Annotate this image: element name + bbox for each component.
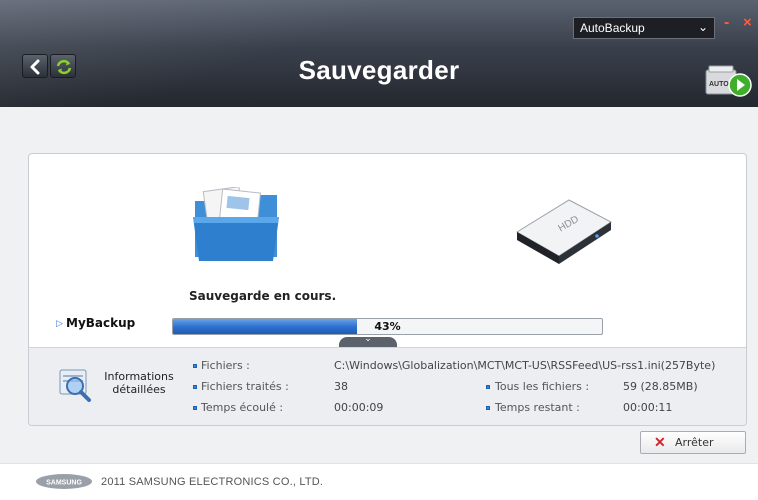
stop-button[interactable]: ✕ Arrêter	[640, 431, 746, 454]
elapsed-time-value: 00:00:09	[334, 401, 384, 414]
all-files-label: Tous les fichiers :	[495, 380, 590, 393]
all-files-value: 59 (28.85MB)	[623, 380, 698, 393]
details-label: Informations détaillées	[104, 370, 174, 396]
files-value: C:\Windows\Globalization\MCT\MCT-US\RSSF…	[334, 359, 716, 372]
elapsed-time-label: Temps écoulé :	[201, 401, 284, 414]
backup-progress-bar: 43%	[172, 318, 603, 335]
backup-panel: HDD Sauvegarde en cours. ▷ MyBackup 43% …	[28, 153, 747, 426]
mode-select[interactable]: AutoBackup ⌄	[573, 17, 715, 39]
header-bar: Sauvegarder AutoBackup ⌄ - × AUTO	[0, 0, 758, 107]
files-label: Fichiers :	[201, 359, 250, 372]
bullet-icon	[486, 406, 490, 410]
hdd-icon: HDD	[516, 199, 612, 264]
copyright-text: 2011 SAMSUNG ELECTRONICS CO., LTD.	[101, 476, 324, 488]
samsung-logo-text: SAMSUNG	[46, 480, 82, 487]
remaining-time-label: Temps restant :	[495, 401, 580, 414]
bullet-icon	[193, 364, 197, 368]
magnifier-icon	[59, 369, 91, 402]
bullet-icon	[193, 385, 197, 389]
minimize-button[interactable]: -	[724, 14, 729, 32]
job-name: MyBackup	[66, 316, 136, 330]
remaining-time-value: 00:00:11	[623, 401, 673, 414]
backup-status: Sauvegarde en cours.	[189, 289, 337, 303]
progress-text: 43%	[374, 320, 401, 333]
processed-files-value: 38	[334, 380, 348, 393]
bullet-icon	[193, 406, 197, 410]
auto-backup-icon: AUTO	[705, 65, 752, 97]
processed-files-label: Fichiers traités :	[201, 380, 289, 393]
footer: SAMSUNG 2011 SAMSUNG ELECTRONICS CO., LT…	[0, 463, 758, 500]
bullet-icon	[486, 385, 490, 389]
auto-icon-text: AUTO	[709, 81, 729, 88]
details-section: Informations détaillées Fichiers : C:\Wi…	[29, 347, 746, 425]
stop-label: Arrêter	[675, 436, 714, 449]
page-title: Sauvegarder	[298, 55, 460, 85]
samsung-logo: SAMSUNG	[36, 474, 92, 489]
stop-icon: ✕	[654, 434, 666, 450]
close-button[interactable]: ×	[743, 14, 752, 31]
mode-select-value: AutoBackup	[580, 21, 645, 35]
auto-backup-button[interactable]: AUTO	[703, 60, 753, 100]
chevron-down-icon: ⌄	[697, 20, 708, 34]
chevron-down-icon: ⌄	[364, 334, 372, 344]
expand-job-icon[interactable]: ▷	[56, 319, 63, 329]
folder-icon	[193, 187, 279, 261]
details-toggle[interactable]: ⌄	[339, 334, 397, 347]
